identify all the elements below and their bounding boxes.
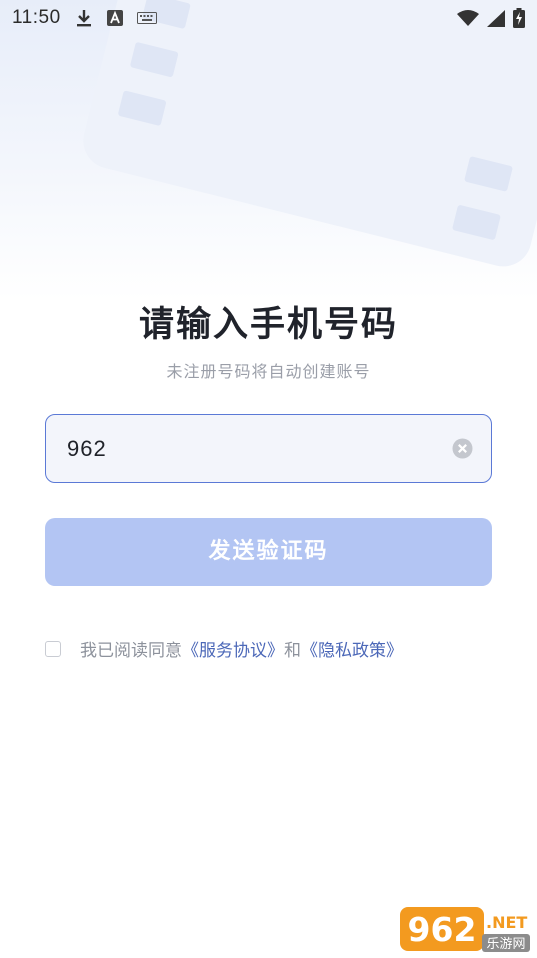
phone-input-container[interactable] <box>45 414 492 483</box>
a-letter-icon <box>106 10 123 26</box>
keyboard-icon <box>136 12 157 24</box>
send-code-button[interactable]: 发送验证码 <box>45 518 492 586</box>
watermark-suffix: .NET <box>486 913 527 932</box>
status-time: 11:50 <box>12 7 61 28</box>
agreement-prefix: 我已阅读同意 <box>80 641 182 661</box>
page-title: 请输入手机号码 <box>138 305 398 345</box>
clear-input-icon[interactable] <box>451 438 473 460</box>
agreement-conjunction: 和 <box>284 641 301 661</box>
status-bar: 11:50 <box>0 0 537 36</box>
watermark-number: 962 <box>408 910 477 949</box>
watermark-site: 乐游网 <box>486 937 525 952</box>
film-strip-decoration <box>77 0 537 273</box>
service-agreement-link[interactable]: 《服务协议》 <box>182 636 284 661</box>
agreement-row: 我已阅读同意 《服务协议》 和 《隐私政策》 <box>45 636 403 661</box>
battery-charging-icon <box>513 8 525 28</box>
agreement-checkbox[interactable] <box>45 640 61 657</box>
phone-input[interactable] <box>67 435 451 462</box>
wifi-icon <box>457 9 479 27</box>
page-subtitle: 未注册号码将自动创建账号 <box>166 362 371 381</box>
download-icon <box>75 8 93 28</box>
signal-icon <box>487 9 505 27</box>
header-background <box>0 0 537 300</box>
site-watermark-logo: 962 .NET 乐游网 <box>398 904 532 954</box>
privacy-policy-link[interactable]: 《隐私政策》 <box>301 636 403 661</box>
